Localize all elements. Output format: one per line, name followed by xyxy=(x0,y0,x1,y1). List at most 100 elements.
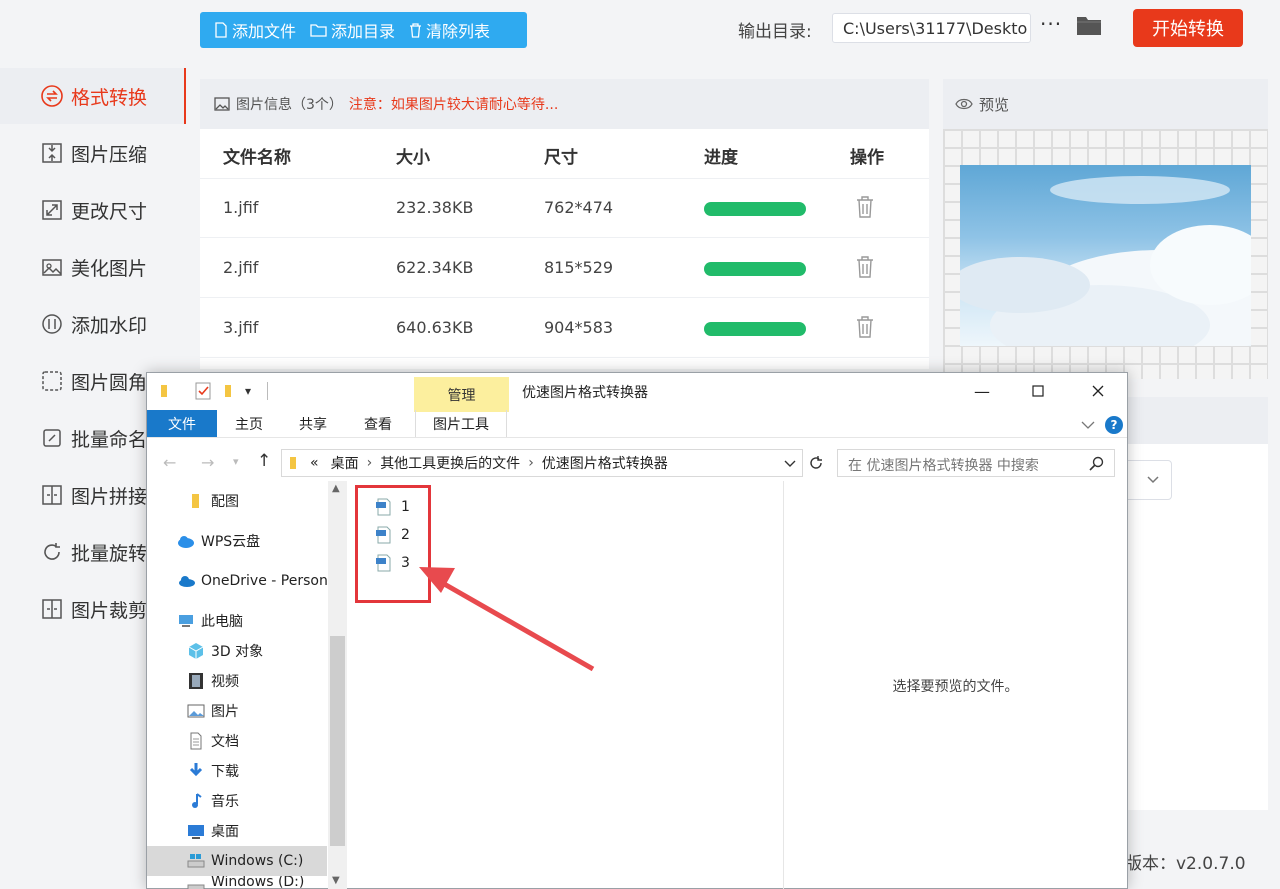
chevron-down-icon[interactable] xyxy=(784,460,796,468)
scroll-up-arrow[interactable]: ▲ xyxy=(332,483,340,494)
cube-icon xyxy=(188,643,204,659)
nav-item-downloads[interactable]: 下载 xyxy=(147,756,327,786)
breadcrumb-item[interactable]: 桌面 xyxy=(331,453,359,473)
nav-item-wps-cloud[interactable]: WPS云盘 xyxy=(147,526,327,556)
sidebar-item-label: 格式转换 xyxy=(71,86,148,109)
breadcrumb-item[interactable]: 优速图片格式转换器 xyxy=(542,453,668,473)
nav-item-drive-d[interactable]: Windows (D:) xyxy=(147,876,327,889)
tab-view[interactable]: 查看 xyxy=(354,410,402,437)
nav-item-music[interactable]: 音乐 xyxy=(147,786,327,816)
search-icon[interactable] xyxy=(1089,456,1104,471)
nav-item-documents[interactable]: 文档 xyxy=(147,726,327,756)
ribbon-tabs: 文件 主页 共享 查看 图片工具 xyxy=(147,410,1127,437)
breadcrumb-overflow[interactable]: « xyxy=(310,455,319,471)
tab-home[interactable]: 主页 xyxy=(225,410,273,437)
tab-share[interactable]: 共享 xyxy=(289,410,337,437)
back-button[interactable]: ← xyxy=(163,453,176,472)
start-convert-button[interactable]: 开始转换 xyxy=(1133,9,1243,47)
sidebar-item-compress[interactable]: 图片压缩 xyxy=(0,125,186,181)
sidebar-item-label: 图片裁剪 xyxy=(71,599,148,622)
output-path-field[interactable]: C:\Users\31177\Deskto xyxy=(832,13,1031,43)
column-header: 进度 xyxy=(704,148,738,168)
search-input[interactable]: 在 优速图片格式转换器 中搜索 xyxy=(837,449,1115,477)
sidebar-item-format-convert[interactable]: 格式转换 xyxy=(0,68,186,124)
add-file-button[interactable]: 添加文件 xyxy=(200,12,296,48)
delete-icon[interactable] xyxy=(855,255,875,279)
nav-item-pictures[interactable]: 图片 xyxy=(147,696,327,726)
picture-icon xyxy=(187,704,205,718)
breadcrumb-item[interactable]: 其他工具更换后的文件 xyxy=(380,453,520,473)
folder-icon xyxy=(310,24,327,37)
add-directory-button[interactable]: 添加目录 xyxy=(296,12,395,48)
close-button[interactable] xyxy=(1075,379,1121,403)
eye-icon xyxy=(955,98,973,110)
table-row[interactable]: 3.jfif 640.63KB 904*583 xyxy=(200,298,929,358)
manage-tab[interactable]: 管理 xyxy=(414,377,509,412)
navigation-pane: 配图 WPS云盘 OneDrive - Person 此电脑 3D 对象 视频 … xyxy=(147,481,327,889)
quick-access-dropdown[interactable]: ▾ xyxy=(245,384,251,398)
nav-item-onedrive[interactable]: OneDrive - Person xyxy=(147,566,327,596)
sidebar-item-label: 批量旋转 xyxy=(71,542,148,565)
progress-bar xyxy=(704,322,806,336)
sidebar-item-label: 更改尺寸 xyxy=(71,200,148,223)
nav-item-3d-objects[interactable]: 3D 对象 xyxy=(147,636,327,666)
scroll-thumb[interactable] xyxy=(330,636,345,846)
file-size: 640.63KB xyxy=(396,318,474,337)
sidebar-item-label: 图片拼接 xyxy=(71,485,148,508)
preview-image xyxy=(960,165,1251,346)
file-dimensions: 762*474 xyxy=(544,198,614,217)
scroll-down-arrow[interactable]: ▼ xyxy=(332,875,340,886)
column-header: 操作 xyxy=(850,148,884,168)
file-dimensions: 815*529 xyxy=(544,258,614,277)
nav-item-videos[interactable]: 视频 xyxy=(147,666,327,696)
trash-icon xyxy=(410,22,422,38)
file-table: 文件名称 大小 尺寸 进度 操作 1.jfif 232.38KB 762*474… xyxy=(200,129,929,369)
nav-label: OneDrive - Person xyxy=(201,573,327,589)
chevron-down-icon xyxy=(1147,476,1159,484)
nav-item-peitu[interactable]: 配图 xyxy=(147,486,327,516)
forward-button[interactable]: → xyxy=(201,453,214,472)
delete-icon[interactable] xyxy=(855,195,875,219)
properties-icon[interactable] xyxy=(195,382,211,400)
nav-label: 桌面 xyxy=(211,824,239,840)
maximize-button[interactable] xyxy=(1015,379,1061,403)
nav-item-drive-c[interactable]: Windows (C:) xyxy=(147,846,327,876)
nav-scrollbar[interactable]: ▲ ▼ xyxy=(328,481,347,889)
refresh-icon[interactable] xyxy=(808,455,824,471)
version-text: ；版本：v2.0.7.0 xyxy=(1108,854,1246,874)
table-row[interactable]: 2.jfif 622.34KB 815*529 xyxy=(200,238,929,298)
sidebar-item-beautify[interactable]: 美化图片 xyxy=(0,239,186,295)
file-dimensions: 904*583 xyxy=(544,318,614,337)
help-icon[interactable]: ? xyxy=(1105,416,1123,434)
up-button[interactable]: ↑ xyxy=(257,451,271,471)
nav-item-this-pc[interactable]: 此电脑 xyxy=(147,606,327,636)
nav-item-desktop[interactable]: 桌面 xyxy=(147,816,327,846)
tab-file[interactable]: 文件 xyxy=(147,410,217,437)
sidebar-item-label: 图片圆角 xyxy=(71,371,148,394)
music-icon xyxy=(192,793,202,808)
rotate-icon xyxy=(40,540,64,564)
image-count: （3个） xyxy=(292,97,343,113)
open-folder-icon[interactable] xyxy=(1076,14,1102,36)
table-row[interactable]: 1.jfif 232.38KB 762*474 xyxy=(200,178,929,238)
output-directory-label: 输出目录: xyxy=(738,22,812,42)
folder-icon xyxy=(161,385,167,397)
sidebar-item-watermark[interactable]: 添加水印 xyxy=(0,296,186,352)
preview-hint: 选择要预览的文件。 xyxy=(892,678,1019,695)
clear-list-button[interactable]: 清除列表 xyxy=(395,12,490,48)
address-bar[interactable]: « 桌面 › 其他工具更换后的文件 › 优速图片格式转换器 xyxy=(281,449,803,477)
new-folder-icon[interactable] xyxy=(223,383,237,399)
table-header: 文件名称 大小 尺寸 进度 操作 xyxy=(200,129,929,179)
sidebar-item-resize[interactable]: 更改尺寸 xyxy=(0,182,186,238)
image-icon xyxy=(214,97,230,111)
sidebar-item-label: 批量命名 xyxy=(71,428,148,451)
ribbon-expand-icon[interactable] xyxy=(1081,421,1095,429)
delete-icon[interactable] xyxy=(855,315,875,339)
nav-label: 配图 xyxy=(211,494,239,510)
tab-picture-tools[interactable]: 图片工具 xyxy=(415,410,507,437)
minimize-button[interactable]: — xyxy=(959,379,1005,403)
recent-dropdown[interactable]: ▾ xyxy=(233,455,239,468)
add-directory-label: 添加目录 xyxy=(331,22,396,41)
more-options-button[interactable]: ··· xyxy=(1040,12,1062,36)
sidebar-item-label: 添加水印 xyxy=(71,314,148,337)
